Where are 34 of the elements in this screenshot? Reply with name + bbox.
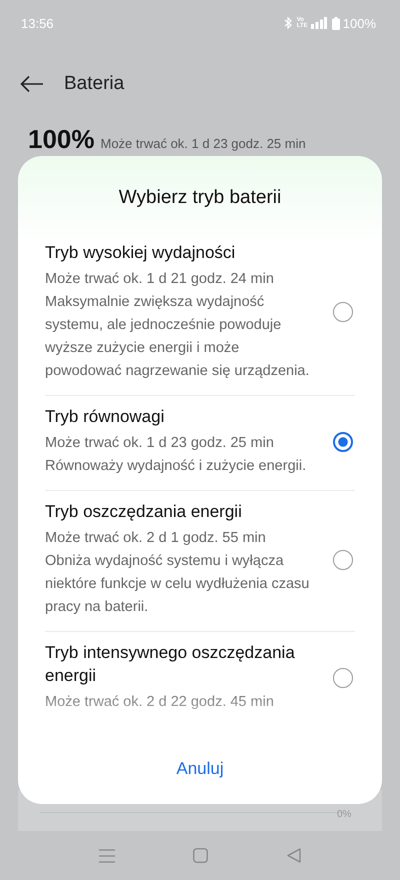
option-description: Obniża wydajność systemu i wyłącza niektóre funkcje w celu wydłużenia czasu pracy na baterii. [45, 552, 310, 617]
option-title: Tryb wysokiej wydajności [45, 242, 236, 264]
back-icon[interactable] [20, 75, 44, 93]
home-icon[interactable] [193, 848, 208, 863]
battery-level: 100% [28, 124, 94, 155]
status-time: 13:56 [21, 16, 54, 30]
cancel-button[interactable]: Anuluj [164, 753, 236, 785]
radio-button[interactable] [333, 550, 353, 570]
option-estimate: Może trwać ok. 1 d 21 godz. 24 min [45, 270, 275, 289]
option-title: Tryb oszczędzania energii [45, 501, 243, 523]
bluetooth-icon [284, 17, 292, 29]
mode-option[interactable]: Tryb wysokiej wydajności Może trwać ok. 1 d 21 godz. 24 min Maksymalnie zwiększa wydajność systemu, ale jednocześnie powoduje wyższe zużycie energii i może powodować nagrzewanie się urządzenia. [45, 232, 355, 396]
battery-percent: 100% [342, 16, 376, 30]
option-title: Tryb równowagi [45, 406, 166, 428]
option-estimate: Może trwać ok. 1 d 23 godz. 25 min [45, 434, 275, 453]
back-nav-icon[interactable] [286, 848, 301, 863]
mode-option[interactable]: Tryb intensywnego oszczędzania energii Może trwać ok. 2 d 22 godz. 45 min [45, 632, 355, 726]
axis-label: 0% [337, 809, 352, 820]
menu-icon[interactable] [99, 848, 116, 862]
radio-button[interactable] [333, 302, 353, 322]
option-estimate: Może trwać ok. 2 d 22 godz. 45 min [45, 693, 275, 712]
dialog-title: Wybierz tryb baterii [118, 187, 282, 210]
battery-estimate: Może trwać ok. 1 d 23 godz. 25 min [100, 136, 306, 151]
mode-option[interactable]: Tryb oszczędzania energii Może trwać ok. 2 d 1 godz. 55 min Obniża wydajność systemu i wyłącza niektóre funkcje w celu wydłużenia czasu pracy na baterii. [45, 491, 355, 632]
battery-icon [332, 16, 340, 30]
option-title: Tryb intensywnego oszczędzania energii [45, 642, 296, 687]
page-title: Bateria [64, 73, 124, 95]
signal-icon [310, 17, 327, 29]
radio-button[interactable] [333, 432, 353, 452]
mode-option[interactable]: Tryb równowagi Może trwać ok. 1 d 23 godz. 25 min Równoważy wydajność i zużycie energii. [45, 396, 355, 491]
option-estimate: Może trwać ok. 2 d 1 godz. 55 min [45, 529, 267, 548]
radio-button[interactable] [333, 668, 353, 688]
option-description: Maksymalnie zwiększa wydajność systemu, ale jednocześnie powoduje wyższe zużycie energii i może powodować nagrzewanie się urządzenia. [45, 293, 310, 381]
option-description: Równoważy wydajność i zużycie energii. [45, 457, 308, 476]
